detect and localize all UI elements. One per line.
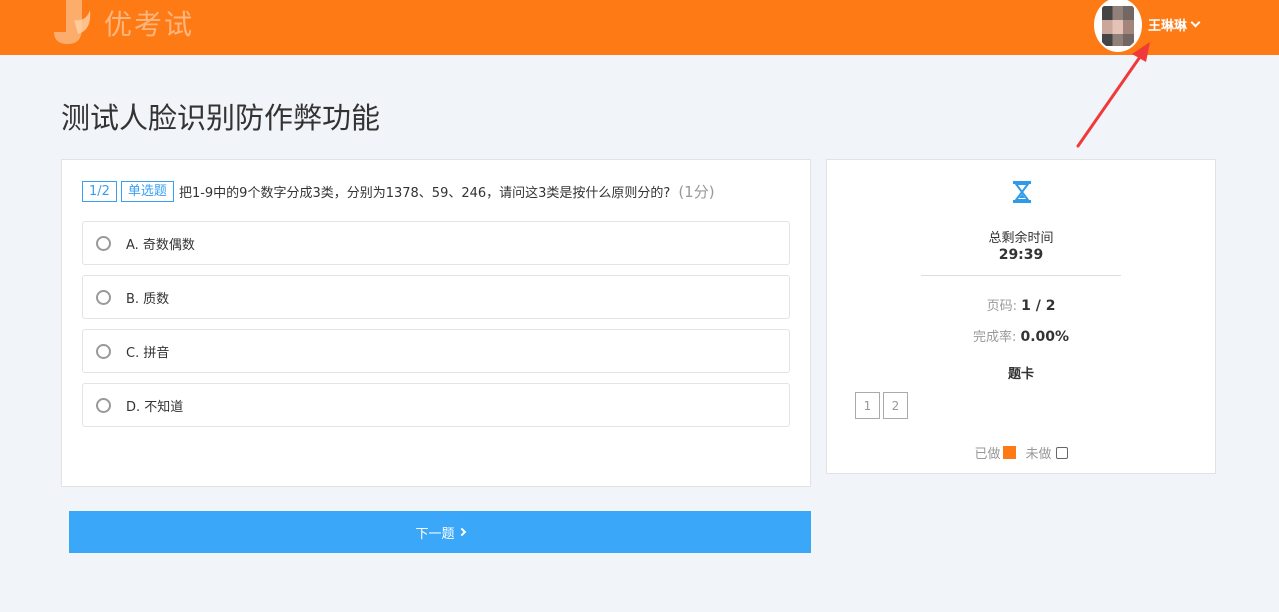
legend-todo-label: 未做 xyxy=(1025,447,1052,462)
option-label: C. 拼音 xyxy=(126,345,170,361)
option-a[interactable]: A. 奇数偶数 xyxy=(82,221,790,265)
radio-button[interactable] xyxy=(96,235,111,251)
completion-value: 0.00% xyxy=(1020,329,1070,345)
remaining-time-label: 总剩余时间 xyxy=(988,231,1054,246)
page-value: 1 / 2 xyxy=(1021,298,1056,314)
red-annotation-arrow xyxy=(1076,42,1150,148)
radio-button[interactable] xyxy=(96,289,111,305)
completion-label: 完成率: xyxy=(972,330,1017,345)
divider xyxy=(921,275,1121,276)
answer-card: 1 2 xyxy=(855,392,911,419)
option-label: A. 奇数偶数 xyxy=(126,237,195,253)
question-type-badge: 单选题 xyxy=(120,181,174,202)
chevron-right-icon xyxy=(457,527,466,537)
legend-done-label: 已做 xyxy=(974,447,1001,462)
logo-mark-icon xyxy=(52,0,94,45)
question-number-badge: 1/2 xyxy=(82,181,117,202)
option-label: D. 不知道 xyxy=(126,399,184,415)
option-label: B. 质数 xyxy=(126,291,170,307)
question-cell-2[interactable]: 2 xyxy=(883,392,908,419)
question-panel: 1/2 单选题 把1-9中的9个数字分成3类，分别为1378、59、246，请问… xyxy=(61,159,811,487)
chevron-down-icon[interactable] xyxy=(1190,17,1201,27)
option-c[interactable]: C. 拼音 xyxy=(82,329,790,373)
logo[interactable]: 优考试 xyxy=(52,0,194,45)
done-swatch-icon xyxy=(1002,446,1016,459)
page-title: 测试人脸识别防作弊功能 xyxy=(61,101,381,135)
answer-card-title: 题卡 xyxy=(1007,367,1034,382)
question-header: 1/2 单选题 把1-9中的9个数字分成3类，分别为1378、59、246，请问… xyxy=(82,181,715,202)
question-score: (1分) xyxy=(678,183,715,201)
next-question-button[interactable]: 下一题 xyxy=(69,511,811,553)
page-label: 页码: xyxy=(986,299,1017,314)
remaining-time-value: 29:39 xyxy=(998,247,1044,263)
avatar-mosaic-face xyxy=(1102,20,1134,34)
option-b[interactable]: B. 质数 xyxy=(82,275,790,319)
radio-button[interactable] xyxy=(96,343,111,359)
todo-swatch-icon xyxy=(1055,446,1068,459)
radio-button[interactable] xyxy=(96,397,111,413)
completion-indicator: 完成率: 0.00% xyxy=(827,326,1215,345)
question-cell-1[interactable]: 1 xyxy=(855,392,880,419)
user-name[interactable]: 王琳琳 xyxy=(1148,15,1187,34)
question-text: 把1-9中的9个数字分成3类，分别为1378、59、246，请问这3类是按什么原… xyxy=(178,186,671,201)
hourglass-icon xyxy=(1013,181,1031,203)
page-indicator: 页码: 1 / 2 xyxy=(827,295,1215,314)
exam-status-panel: 总剩余时间 29:39 页码: 1 / 2 完成率: 0.00% 题卡 1 2 … xyxy=(826,159,1216,474)
next-button-label: 下一题 xyxy=(415,526,455,542)
logo-text: 优考试 xyxy=(104,7,195,41)
answer-legend: 已做 未做 xyxy=(827,443,1215,462)
option-d[interactable]: D. 不知道 xyxy=(82,383,790,427)
